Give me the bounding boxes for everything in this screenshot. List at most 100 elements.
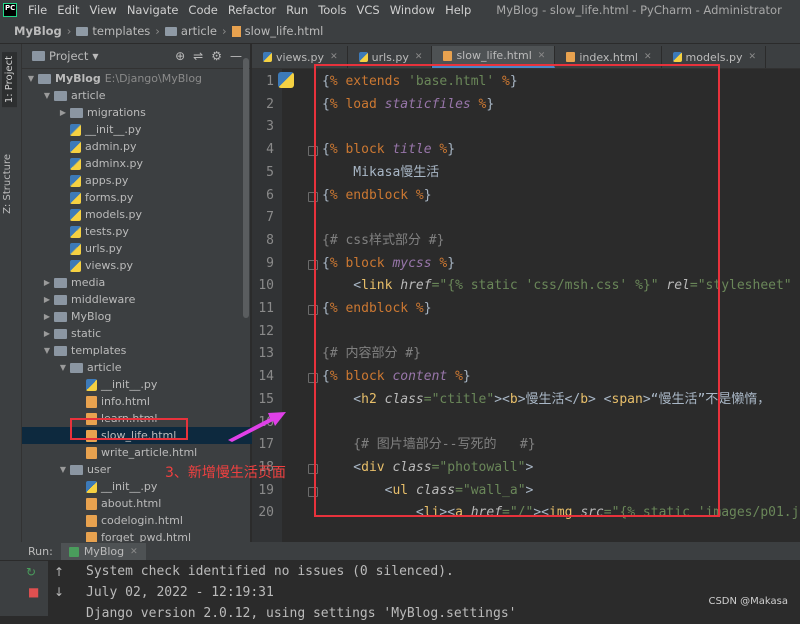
chevron-right-icon[interactable]: ▶ xyxy=(42,312,52,321)
stop-icon[interactable]: ■ xyxy=(28,585,39,599)
close-icon[interactable]: ✕ xyxy=(415,52,423,62)
html-file-icon xyxy=(86,514,97,527)
tree-item[interactable]: ▼ MyBlog E:\Django\MyBlog xyxy=(22,70,254,87)
close-icon[interactable]: ✕ xyxy=(538,51,546,61)
tree-item-label: __init__.py xyxy=(101,480,158,493)
python-file-icon xyxy=(70,123,81,136)
chevron-right-icon[interactable]: ▶ xyxy=(42,295,52,304)
line-number: 6 xyxy=(266,187,274,203)
chevron-right-icon[interactable]: ▶ xyxy=(58,108,68,117)
editor-tab-label: index.html xyxy=(579,50,638,64)
menu-navigate[interactable]: Navigate xyxy=(122,3,184,17)
html-file-icon xyxy=(566,52,576,62)
tree-item[interactable]: ▼ templates xyxy=(22,342,270,359)
close-icon[interactable]: ✕ xyxy=(644,52,652,62)
chevron-down-icon[interactable]: ▼ xyxy=(92,52,98,61)
menu-refactor[interactable]: Refactor xyxy=(223,3,281,17)
folder-icon xyxy=(76,26,89,36)
breadcrumb-separator-icon: › xyxy=(221,24,227,38)
arrow-down-icon[interactable]: ↓ xyxy=(54,585,64,599)
tree-item-label: MyBlog xyxy=(55,72,101,85)
chevron-down-icon[interactable]: ▼ xyxy=(58,465,68,474)
folder-icon xyxy=(54,277,67,288)
close-icon[interactable]: ✕ xyxy=(130,547,138,557)
locate-icon[interactable]: ⊕ xyxy=(175,49,185,63)
hide-icon[interactable]: — xyxy=(230,49,242,63)
tree-item[interactable]: ▶ middleware xyxy=(22,291,270,308)
tool-tab-structure[interactable]: Z: Structure xyxy=(2,154,13,214)
chevron-right-icon[interactable]: ▶ xyxy=(42,329,52,338)
close-icon[interactable]: ✕ xyxy=(330,52,338,62)
menu-vcs[interactable]: VCS xyxy=(352,3,385,17)
tree-item-path: E:\Django\MyBlog xyxy=(104,72,203,85)
tree-item-label: about.html xyxy=(101,497,162,510)
watermark: CSDN @Makasa xyxy=(708,596,788,607)
breadcrumb-item[interactable]: templates xyxy=(76,24,150,38)
tree-item-label: admin.py xyxy=(85,140,137,153)
breadcrumb-label: slow_life.html xyxy=(244,24,324,38)
chevron-down-icon[interactable]: ▼ xyxy=(42,91,52,100)
menu-tools[interactable]: Tools xyxy=(313,3,351,17)
menu-items: File Edit View Navigate Code Refactor Run Tools… xyxy=(23,3,476,17)
collapse-icon[interactable]: ⇌ xyxy=(193,49,203,63)
gear-icon[interactable]: ⚙ xyxy=(211,49,222,63)
python-file-icon xyxy=(86,480,97,493)
breadcrumb-item[interactable]: slow_life.html xyxy=(231,24,324,38)
breadcrumb-item[interactable]: MyBlog xyxy=(14,24,62,38)
menu-view[interactable]: View xyxy=(85,3,122,17)
tool-tab-project[interactable]: 1: Project xyxy=(2,52,17,108)
tree-item-label: models.py xyxy=(85,208,142,221)
line-number: 7 xyxy=(266,210,274,226)
line-number: 11 xyxy=(258,301,274,316)
python-file-icon xyxy=(70,157,81,170)
html-file-icon xyxy=(86,497,97,510)
line-number: 19 xyxy=(258,482,274,498)
line-number: 13 xyxy=(258,346,274,362)
tree-item-label: static xyxy=(71,327,102,340)
line-number: 3 xyxy=(266,119,274,135)
project-header: Project ▼ ⊕ ⇌ ⚙ — xyxy=(22,44,250,69)
tree-item[interactable]: ▶ media xyxy=(22,274,270,291)
menu-file[interactable]: File xyxy=(23,3,52,17)
project-scrollbar[interactable] xyxy=(243,58,249,318)
line-number: 2 xyxy=(266,96,274,112)
chevron-right-icon[interactable]: ▶ xyxy=(42,278,52,287)
chevron-down-icon[interactable]: ▼ xyxy=(58,363,68,372)
menu-run[interactable]: Run xyxy=(281,3,313,17)
folder-icon xyxy=(54,294,67,305)
pycharm-logo-icon: PC xyxy=(3,2,17,17)
menu-window[interactable]: Window xyxy=(385,3,440,17)
tree-item[interactable]: ▶ static xyxy=(22,325,270,342)
menu-help[interactable]: Help xyxy=(440,3,476,17)
line-number: 5 xyxy=(266,164,274,180)
chevron-down-icon[interactable]: ▼ xyxy=(26,74,36,83)
close-icon[interactable]: ✕ xyxy=(749,52,757,62)
run-header: Run: MyBlog ✕ xyxy=(0,543,800,560)
breadcrumb-separator-icon: › xyxy=(66,24,72,38)
folder-icon xyxy=(54,311,67,322)
code-highlight-box xyxy=(314,64,720,517)
project-title[interactable]: Project xyxy=(49,49,88,63)
tree-item-label: views.py xyxy=(85,259,134,272)
line-number: 1 xyxy=(266,74,274,89)
tree-item[interactable]: ▼ article xyxy=(22,87,270,104)
breadcrumb-label: MyBlog xyxy=(14,24,62,38)
run-tab-myblog[interactable]: MyBlog ✕ xyxy=(60,543,146,560)
python-file-icon xyxy=(70,140,81,153)
tree-item-label: codelogin.html xyxy=(101,514,183,527)
chevron-down-icon[interactable]: ▼ xyxy=(42,346,52,355)
rerun-icon[interactable]: ↻ xyxy=(26,565,36,579)
line-number: 12 xyxy=(258,323,274,339)
menu-edit[interactable]: Edit xyxy=(52,3,84,17)
editor-tab-label: slow_life.html xyxy=(456,49,532,62)
tree-item-label: apps.py xyxy=(85,174,129,187)
arrow-up-icon[interactable]: ↑ xyxy=(54,565,64,579)
run-label: Run: xyxy=(28,545,53,558)
breadcrumb-item[interactable]: article xyxy=(164,24,217,38)
tree-item[interactable]: ▶ MyBlog xyxy=(22,308,270,325)
tree-item[interactable]: ▼ article xyxy=(22,359,286,376)
file-highlight-box xyxy=(70,418,188,440)
tree-item-label: media xyxy=(71,276,106,289)
python-file-icon xyxy=(70,174,81,187)
menu-code[interactable]: Code xyxy=(183,3,222,17)
